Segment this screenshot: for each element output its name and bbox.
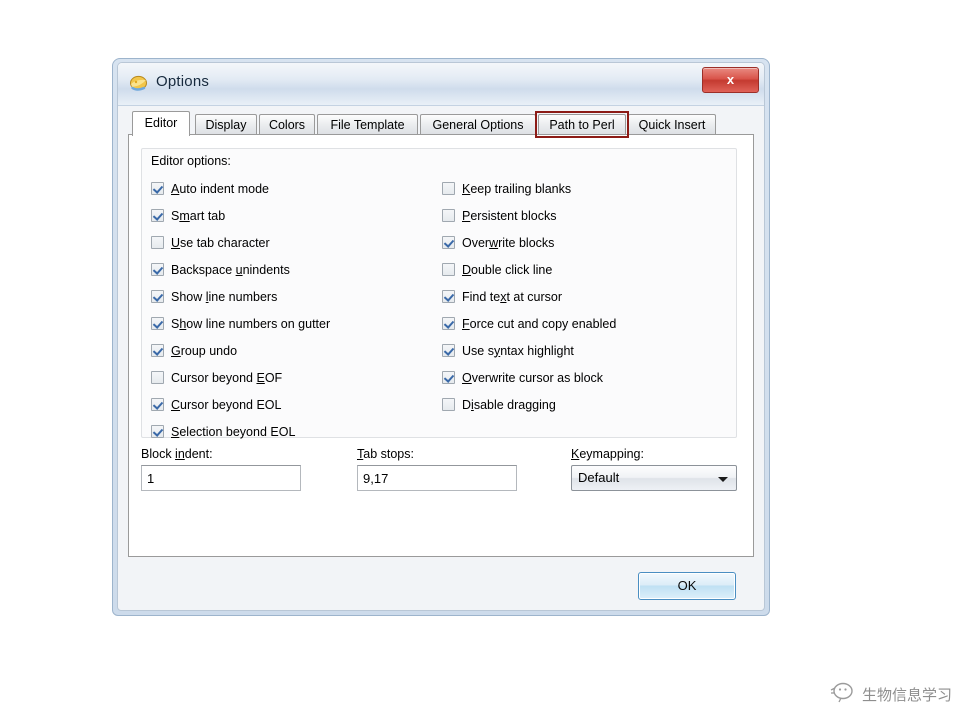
checkbox-label: Selection beyond EOL bbox=[171, 424, 296, 439]
checkbox-label: Overwrite cursor as block bbox=[462, 370, 604, 385]
empty-checkbox-icon[interactable] bbox=[442, 209, 455, 222]
checkbox-selection-beyond-eol[interactable]: Selection beyond EOL bbox=[151, 418, 441, 445]
palette-icon bbox=[129, 74, 149, 94]
checkbox-label: Disable dragging bbox=[462, 397, 556, 412]
empty-checkbox-icon[interactable] bbox=[151, 236, 164, 249]
empty-checkbox-icon[interactable] bbox=[151, 371, 164, 384]
ok-button[interactable]: OK bbox=[638, 572, 736, 600]
empty-checkbox-icon[interactable] bbox=[442, 182, 455, 195]
tab-strip: Editor Display Colors File Template General … bbox=[128, 111, 754, 138]
tab-editor[interactable]: Editor bbox=[132, 111, 190, 136]
tab-path-to-perl[interactable]: Path to Perl bbox=[538, 114, 626, 135]
checkbox-cursor-beyond-eof[interactable]: Cursor beyond EOF bbox=[151, 364, 441, 391]
keymapping-selected-value: Default bbox=[578, 470, 620, 485]
checkbox-group-undo[interactable]: Group undo bbox=[151, 337, 441, 364]
keymapping-label: Keymapping: bbox=[571, 447, 644, 461]
checkbox-label: Use syntax highlight bbox=[462, 343, 574, 358]
checkbox-label: Double click line bbox=[462, 262, 553, 277]
tab-quick-insert[interactable]: Quick Insert bbox=[628, 114, 716, 135]
checkbox-label: Show line numbers on gutter bbox=[171, 316, 331, 331]
keymapping-field-group: Keymapping: Default bbox=[571, 447, 737, 491]
options-dialog-window: Options x Editor Display Colors File Templa… bbox=[112, 58, 770, 616]
checkbox-keep-trailing-blanks[interactable]: Keep trailing blanks bbox=[442, 175, 732, 202]
checkmark-icon[interactable] bbox=[442, 371, 455, 384]
checkbox-use-tab-character[interactable]: Use tab character bbox=[151, 229, 441, 256]
chevron-down-icon bbox=[718, 477, 728, 482]
empty-checkbox-icon[interactable] bbox=[442, 263, 455, 276]
tab-display[interactable]: Display bbox=[195, 114, 257, 135]
checkbox-label: Backspace unindents bbox=[171, 262, 290, 277]
checkbox-overwrite-cursor-as-block[interactable]: Overwrite cursor as block bbox=[442, 364, 732, 391]
checkbox-show-line-numbers[interactable]: Show line numbers bbox=[151, 283, 441, 310]
checkbox-smart-tab[interactable]: Smart tab bbox=[151, 202, 441, 229]
editor-options-groupbox: Editor options: Auto indent mode Smart ta… bbox=[141, 148, 737, 439]
checkbox-label: Force cut and copy enabled bbox=[462, 316, 617, 331]
checkbox-backspace-unindents[interactable]: Backspace unindents bbox=[151, 256, 441, 283]
checkmark-icon[interactable] bbox=[151, 209, 164, 222]
dialog-footer: OK bbox=[128, 562, 754, 608]
title-bar: Options x bbox=[118, 63, 764, 106]
checkmark-icon[interactable] bbox=[442, 290, 455, 303]
checkbox-show-line-numbers-on-gutter[interactable]: Show line numbers on gutter bbox=[151, 310, 441, 337]
checkmark-icon[interactable] bbox=[151, 182, 164, 195]
checkmark-icon[interactable] bbox=[151, 290, 164, 303]
checkbox-label: Cursor beyond EOL bbox=[171, 397, 282, 412]
checkbox-force-cut-and-copy-enabled[interactable]: Force cut and copy enabled bbox=[442, 310, 732, 337]
checkbox-label: Auto indent mode bbox=[171, 181, 269, 196]
tab-general-options[interactable]: General Options bbox=[420, 114, 536, 135]
block-indent-field-group: Block indent: bbox=[141, 447, 301, 491]
close-button[interactable]: x bbox=[702, 67, 759, 93]
checkmark-icon[interactable] bbox=[151, 317, 164, 330]
block-indent-input[interactable] bbox=[141, 465, 301, 491]
checkbox-label: Smart tab bbox=[171, 208, 226, 223]
checkbox-label: Use tab character bbox=[171, 235, 270, 250]
block-indent-label: Block indent: bbox=[141, 447, 213, 461]
tab-stops-input[interactable] bbox=[357, 465, 517, 491]
checkbox-cursor-beyond-eol[interactable]: Cursor beyond EOL bbox=[151, 391, 441, 418]
checkbox-use-syntax-highlight[interactable]: Use syntax highlight bbox=[442, 337, 732, 364]
dialog-inner-frame: Options x Editor Display Colors File Templa… bbox=[117, 62, 765, 611]
checkmark-icon[interactable] bbox=[442, 344, 455, 357]
checkbox-persistent-blocks[interactable]: Persistent blocks bbox=[442, 202, 732, 229]
checkmark-icon[interactable] bbox=[151, 398, 164, 411]
window-title: Options bbox=[156, 73, 210, 90]
checkmark-icon[interactable] bbox=[151, 344, 164, 357]
checkmark-icon[interactable] bbox=[151, 263, 164, 276]
editor-options-label: Editor options: bbox=[151, 154, 231, 168]
checkbox-label: Group undo bbox=[171, 343, 238, 358]
keymapping-dropdown[interactable]: Default bbox=[571, 465, 737, 491]
watermark-logo-icon bbox=[830, 681, 856, 708]
tab-colors[interactable]: Colors bbox=[259, 114, 315, 135]
editor-fields-row: Block indent: Tab stops: Keymapping: D bbox=[141, 447, 737, 517]
watermark: 生物信息学习 bbox=[830, 681, 952, 708]
checkbox-label: Overwrite blocks bbox=[462, 235, 555, 250]
editor-options-right-column: Keep trailing blanks Persistent blocks Ove… bbox=[442, 175, 732, 418]
checkbox-label: Keep trailing blanks bbox=[462, 181, 572, 196]
checkbox-double-click-line[interactable]: Double click line bbox=[442, 256, 732, 283]
checkmark-icon[interactable] bbox=[151, 425, 164, 438]
checkbox-auto-indent-mode[interactable]: Auto indent mode bbox=[151, 175, 441, 202]
editor-options-left-column: Auto indent mode Smart tab Use tab charact… bbox=[151, 175, 441, 445]
tab-stops-label: Tab stops: bbox=[357, 447, 414, 461]
checkbox-disable-dragging[interactable]: Disable dragging bbox=[442, 391, 732, 418]
tab-file-template[interactable]: File Template bbox=[317, 114, 418, 135]
checkbox-label: Cursor beyond EOF bbox=[171, 370, 283, 385]
checkbox-overwrite-blocks[interactable]: Overwrite blocks bbox=[442, 229, 732, 256]
checkbox-label: Show line numbers bbox=[171, 289, 278, 304]
checkbox-find-text-at-cursor[interactable]: Find text at cursor bbox=[442, 283, 732, 310]
checkmark-icon[interactable] bbox=[442, 236, 455, 249]
watermark-text: 生物信息学习 bbox=[861, 686, 952, 704]
checkbox-label: Find text at cursor bbox=[462, 289, 563, 304]
empty-checkbox-icon[interactable] bbox=[442, 398, 455, 411]
checkbox-label: Persistent blocks bbox=[462, 208, 557, 223]
tab-page-editor: Editor options: Auto indent mode Smart ta… bbox=[128, 134, 754, 557]
tab-stops-field-group: Tab stops: bbox=[357, 447, 517, 491]
checkmark-icon[interactable] bbox=[442, 317, 455, 330]
